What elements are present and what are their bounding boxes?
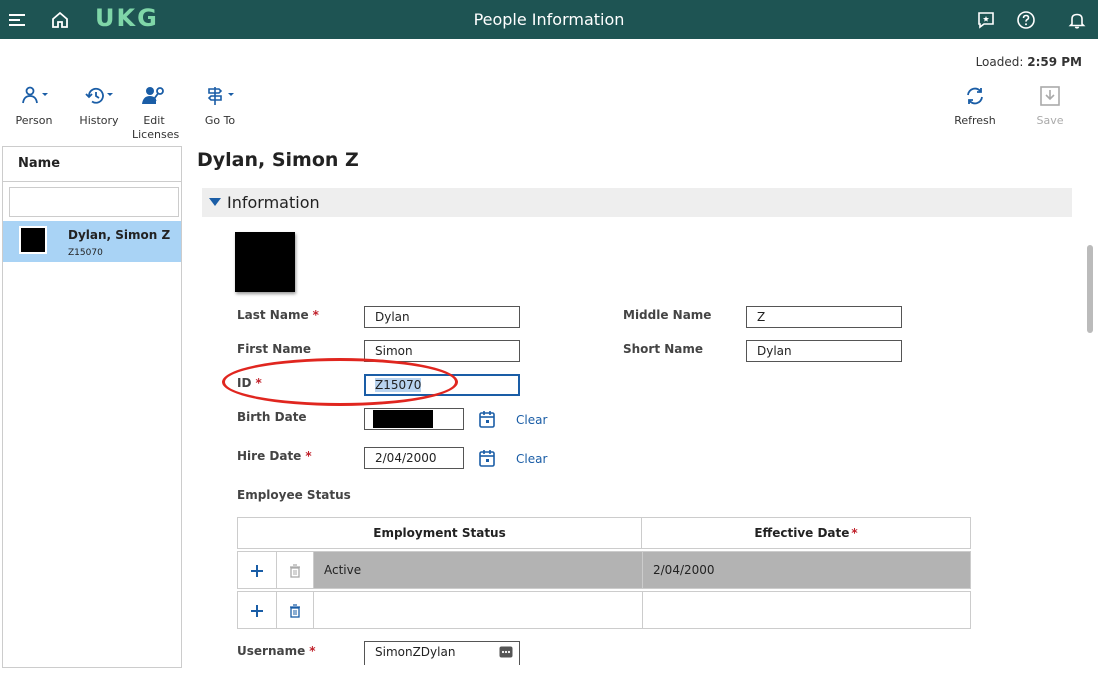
username-label: Username * — [237, 644, 316, 658]
list-header: Name — [3, 147, 181, 182]
history-icon — [69, 84, 129, 108]
list-item[interactable]: Dylan, Simon Z Z15070 — [3, 221, 181, 262]
profile-photo[interactable] — [235, 232, 295, 292]
goto-button[interactable]: Go To — [190, 84, 250, 127]
save-icon — [1020, 84, 1080, 108]
people-list-panel: Name Dylan, Simon Z Z15070 — [2, 146, 182, 668]
edit-licenses-button[interactable]: Edit Licenses — [124, 84, 184, 142]
history-button[interactable]: History — [69, 84, 129, 127]
scrollbar[interactable] — [1083, 180, 1097, 660]
edit-licenses-label: Edit Licenses — [132, 114, 180, 141]
save-label: Save — [1036, 114, 1064, 127]
bell-icon[interactable] — [1063, 0, 1091, 39]
table-row[interactable]: Active 2/04/2000 — [237, 551, 971, 589]
more-options-icon[interactable] — [499, 646, 513, 658]
birth-date-field[interactable] — [364, 408, 464, 430]
key-person-icon — [124, 84, 184, 108]
section-title: Information — [227, 193, 320, 212]
middle-name-field[interactable]: Z — [746, 306, 902, 328]
last-name-field[interactable]: Dylan — [364, 306, 520, 328]
hire-date-label: Hire Date * — [237, 449, 312, 463]
search-input[interactable] — [9, 187, 179, 217]
goto-label: Go To — [204, 114, 236, 127]
date-cell[interactable]: 2/04/2000 — [643, 552, 970, 588]
calendar-icon[interactable] — [478, 449, 496, 472]
list-item-name: Dylan, Simon Z — [68, 228, 171, 242]
employee-status-label: Employee Status — [237, 488, 351, 502]
person-icon — [4, 84, 64, 108]
save-button[interactable]: Save — [1020, 84, 1080, 127]
last-name-label: Last Name * — [237, 308, 319, 322]
trash-icon[interactable] — [277, 552, 314, 588]
add-row-icon[interactable] — [238, 592, 277, 628]
middle-name-label: Middle Name — [623, 308, 712, 322]
redacted-value — [373, 410, 433, 428]
status-cell[interactable] — [314, 592, 643, 628]
page-title: Dylan, Simon Z — [197, 149, 359, 171]
avatar — [19, 226, 47, 254]
username-value: SimonZDylan — [375, 645, 456, 659]
history-label: History — [79, 114, 119, 127]
top-bar: UKG People Information — [0, 0, 1098, 39]
username-field[interactable]: SimonZDylan — [364, 641, 520, 665]
short-name-field[interactable]: Dylan — [746, 340, 902, 362]
collapse-triangle-icon[interactable] — [209, 198, 221, 206]
first-name-label: First Name — [237, 342, 312, 356]
information-section-header[interactable]: Information — [202, 188, 1072, 217]
signpost-icon — [190, 84, 250, 108]
hire-date-field[interactable]: 2/04/2000 — [364, 447, 464, 469]
list-item-id: Z15070 — [68, 248, 103, 258]
person-label: Person — [15, 114, 53, 127]
status-cell[interactable]: Active — [314, 552, 643, 588]
refresh-icon — [945, 84, 1005, 108]
birth-date-clear-link[interactable]: Clear — [516, 413, 547, 427]
date-cell[interactable] — [643, 592, 970, 628]
short-name-label: Short Name — [623, 342, 704, 356]
annotation-ellipse — [222, 358, 458, 406]
effective-date-header: Effective Date * — [641, 517, 971, 549]
calendar-icon[interactable] — [478, 410, 496, 433]
refresh-label: Refresh — [954, 114, 996, 127]
employment-status-header: Employment Status — [237, 517, 642, 549]
add-row-icon[interactable] — [238, 552, 277, 588]
trash-icon[interactable] — [277, 592, 314, 628]
person-button[interactable]: Person — [4, 84, 64, 127]
scrollbar-thumb[interactable] — [1087, 245, 1093, 333]
chat-icon[interactable] — [972, 0, 1000, 39]
birth-date-label: Birth Date — [237, 410, 307, 424]
hire-date-clear-link[interactable]: Clear — [516, 452, 547, 466]
loaded-time: 2:59 PM — [1027, 55, 1082, 69]
page-header-title: People Information — [473, 10, 625, 29]
loaded-status: Loaded: 2:59 PM — [975, 55, 1082, 69]
table-row[interactable] — [237, 591, 971, 629]
help-icon[interactable] — [1012, 0, 1040, 39]
refresh-button[interactable]: Refresh — [945, 84, 1005, 127]
first-name-field[interactable]: Simon — [364, 340, 520, 362]
